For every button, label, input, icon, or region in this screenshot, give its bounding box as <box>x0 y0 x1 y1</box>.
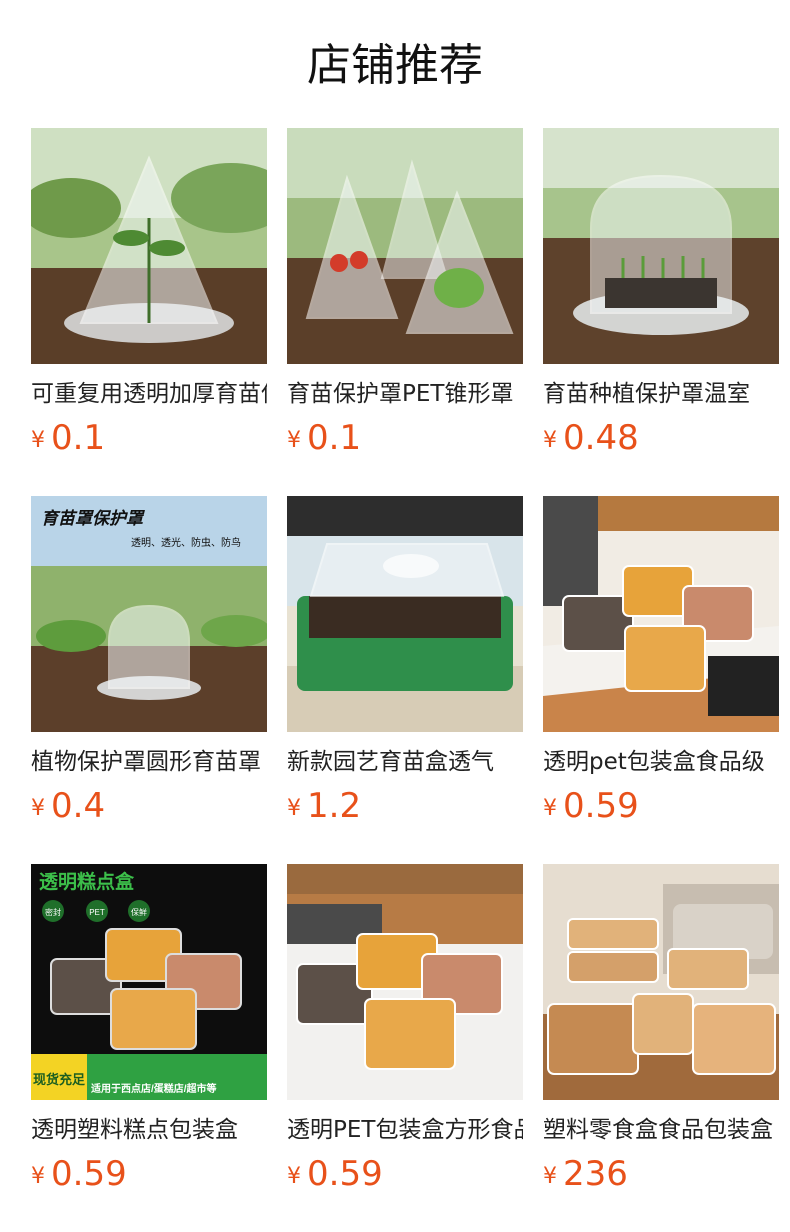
product-card[interactable]: 透明糕点盒 密封 PET 保鲜 现货充足 适用于西点店/蛋糕店/超市等 透明塑料… <box>31 864 267 1194</box>
stock-badge: 现货充足 <box>33 1072 86 1087</box>
product-image[interactable] <box>287 864 523 1100</box>
product-price: ¥0.4 <box>31 784 105 828</box>
product-name[interactable]: 新款园艺育苗盒透气 <box>287 745 523 779</box>
product-price: ¥0.59 <box>31 1152 127 1196</box>
currency-symbol: ¥ <box>543 1164 557 1189</box>
price-amount: 0.59 <box>563 786 639 826</box>
product-name[interactable]: 透明塑料糕点包装盒 <box>31 1113 267 1147</box>
currency-symbol: ¥ <box>543 796 557 821</box>
currency-symbol: ¥ <box>287 1164 301 1189</box>
overlay-heading: 育苗罩保护罩 <box>41 509 145 528</box>
product-name[interactable]: 透明PET包装盒方形食品盒 <box>287 1113 523 1147</box>
product-image[interactable] <box>543 128 779 364</box>
product-price: ¥0.1 <box>31 416 105 460</box>
product-card[interactable]: 育苗保护罩PET锥形罩 ¥0.1 <box>287 128 523 458</box>
product-price: ¥236 <box>543 1152 628 1196</box>
price-amount: 1.2 <box>307 786 362 826</box>
product-price: ¥0.48 <box>543 416 639 460</box>
price-amount: 0.4 <box>51 786 106 826</box>
price-amount: 0.1 <box>307 418 362 458</box>
usage-text: 适用于西点店/蛋糕店/超市等 <box>91 1082 217 1095</box>
product-image[interactable] <box>31 128 267 364</box>
product-image[interactable] <box>543 496 779 732</box>
currency-symbol: ¥ <box>287 428 301 453</box>
product-card[interactable]: 育苗罩保护罩 透明、透光、防虫、防鸟 植物保护罩圆形育苗罩 ¥0.4 <box>31 496 267 826</box>
price-amount: 236 <box>563 1154 628 1194</box>
price-amount: 0.1 <box>51 418 106 458</box>
badge-pet: PET <box>89 908 105 917</box>
section-title: 店铺推荐 <box>307 40 483 91</box>
product-name[interactable]: 育苗保护罩PET锥形罩 <box>287 377 523 411</box>
badge-fresh: 保鲜 <box>131 907 147 917</box>
overlay-heading: 透明糕点盒 <box>39 870 135 893</box>
product-card[interactable]: 可重复用透明加厚育苗保护罩 ¥0.1 <box>31 128 267 458</box>
product-name[interactable]: 透明pet包装盒食品级 <box>543 745 779 779</box>
product-image[interactable] <box>287 128 523 364</box>
product-price: ¥0.59 <box>287 1152 383 1196</box>
badge-seal: 密封 <box>45 907 61 917</box>
product-price: ¥1.2 <box>287 784 361 828</box>
product-name[interactable]: 育苗种植保护罩温室 <box>543 377 779 411</box>
currency-symbol: ¥ <box>31 1164 45 1189</box>
currency-symbol: ¥ <box>287 796 301 821</box>
product-card[interactable]: 新款园艺育苗盒透气 ¥1.2 <box>287 496 523 826</box>
product-image[interactable] <box>543 864 779 1100</box>
price-amount: 0.59 <box>307 1154 383 1194</box>
product-image[interactable]: 透明糕点盒 密封 PET 保鲜 现货充足 适用于西点店/蛋糕店/超市等 <box>31 864 267 1100</box>
product-price: ¥0.59 <box>543 784 639 828</box>
price-amount: 0.59 <box>51 1154 127 1194</box>
currency-symbol: ¥ <box>31 796 45 821</box>
product-name[interactable]: 塑料零食盒食品包装盒 <box>543 1113 779 1147</box>
product-name[interactable]: 植物保护罩圆形育苗罩 <box>31 745 267 779</box>
product-image[interactable]: 育苗罩保护罩 透明、透光、防虫、防鸟 <box>31 496 267 732</box>
product-image[interactable] <box>287 496 523 732</box>
currency-symbol: ¥ <box>31 428 45 453</box>
product-name[interactable]: 可重复用透明加厚育苗保护罩 <box>31 377 267 411</box>
currency-symbol: ¥ <box>543 428 557 453</box>
product-card[interactable]: 塑料零食盒食品包装盒 ¥236 <box>543 864 779 1194</box>
product-card[interactable]: 透明PET包装盒方形食品盒 ¥0.59 <box>287 864 523 1194</box>
overlay-sub: 透明、透光、防虫、防鸟 <box>131 536 241 549</box>
product-price: ¥0.1 <box>287 416 361 460</box>
product-card[interactable]: 透明pet包装盒食品级 ¥0.59 <box>543 496 779 826</box>
product-card[interactable]: 育苗种植保护罩温室 ¥0.48 <box>543 128 779 458</box>
price-amount: 0.48 <box>563 418 639 458</box>
